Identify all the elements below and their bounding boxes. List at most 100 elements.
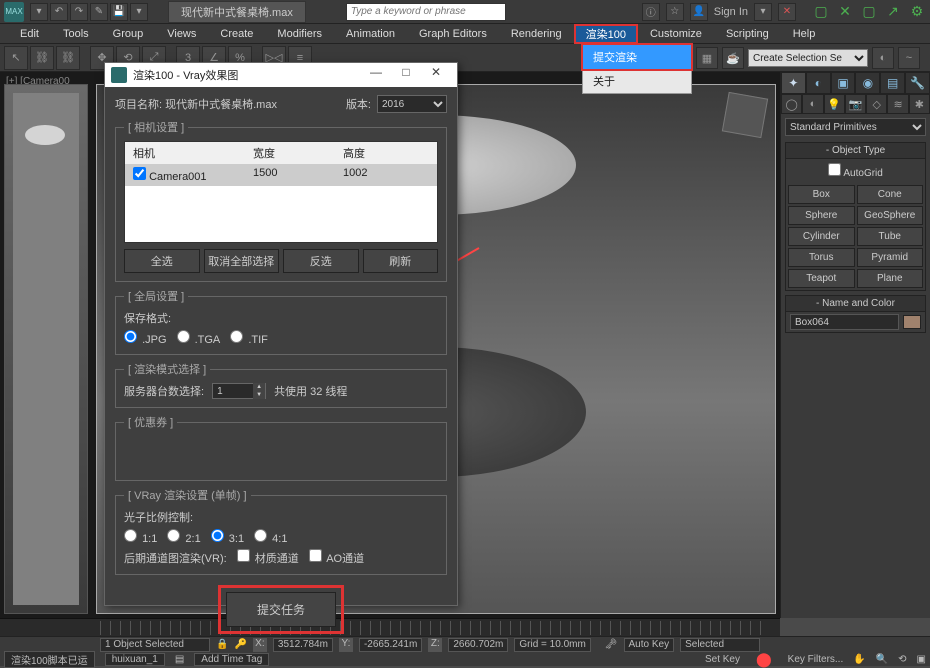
- autogrid-checkbox[interactable]: AutoGrid: [786, 159, 925, 183]
- tool-curve-icon[interactable]: ~: [898, 47, 920, 69]
- ratio-11-radio[interactable]: 1:1: [124, 529, 157, 545]
- spinner-down-icon[interactable]: ▼: [253, 391, 265, 399]
- comm-icon[interactable]: ☆: [666, 3, 684, 21]
- prim-torus-button[interactable]: Torus: [788, 248, 855, 267]
- dialog-maximize-button[interactable]: □: [391, 65, 421, 85]
- script-icon[interactable]: ▤: [175, 654, 184, 665]
- panel-tab-create-icon[interactable]: ✦: [781, 72, 806, 94]
- info-icon[interactable]: ⓘ: [642, 3, 660, 21]
- ratio-31-radio[interactable]: 3:1: [211, 529, 244, 545]
- menu-customize[interactable]: Customize: [638, 26, 714, 42]
- dialog-title-bar[interactable]: 渲染100 - Vray效果图 — □ ✕: [105, 63, 457, 87]
- qat-more-icon[interactable]: ▾: [130, 3, 148, 21]
- workspace-icon[interactable]: ▾: [754, 3, 772, 21]
- prim-plane-button[interactable]: Plane: [857, 269, 924, 288]
- ext-x-icon[interactable]: ✕: [836, 3, 854, 21]
- close-row-icon[interactable]: ✕: [778, 3, 796, 21]
- panel-tab-modify-icon[interactable]: ◐: [806, 72, 831, 94]
- spinner-up-icon[interactable]: ▲: [253, 383, 265, 391]
- menu-create[interactable]: Create: [208, 26, 265, 42]
- subtab-spacewarps-icon[interactable]: ≋: [887, 94, 908, 114]
- format-jpg-radio[interactable]: .JPG: [124, 330, 167, 346]
- deselect-all-button[interactable]: 取消全部选择: [204, 249, 280, 273]
- selection-set-select[interactable]: Create Selection Se: [748, 49, 868, 67]
- panel-tab-utilities-icon[interactable]: 🔧: [905, 72, 930, 94]
- key-icon[interactable]: 🗝: [605, 639, 618, 650]
- invert-selection-button[interactable]: 反选: [283, 249, 359, 273]
- z-coord-field[interactable]: 2660.702m: [448, 638, 508, 652]
- menu-rendering[interactable]: Rendering: [499, 26, 574, 42]
- autokey-button[interactable]: Auto Key: [624, 638, 675, 652]
- format-tga-radio[interactable]: .TGA: [177, 330, 221, 346]
- server-count-input[interactable]: [213, 386, 253, 397]
- ext-gear-icon[interactable]: ⚙: [908, 3, 926, 21]
- ratio-21-radio[interactable]: 2:1: [167, 529, 200, 545]
- dropdown-submit-render[interactable]: 提交渲染: [581, 43, 693, 71]
- subtab-helpers-icon[interactable]: ◇: [866, 94, 887, 114]
- server-count-spinner[interactable]: ▲▼: [212, 383, 266, 399]
- nav-zoom-icon[interactable]: 🔍: [876, 654, 888, 665]
- prim-cylinder-button[interactable]: Cylinder: [788, 227, 855, 246]
- tool-link-icon[interactable]: ⛓: [30, 46, 54, 70]
- submit-task-button[interactable]: 提交任务: [226, 592, 336, 627]
- rollout-name-color[interactable]: Name and Color: [786, 296, 925, 312]
- nav-max-icon[interactable]: ▣: [917, 654, 926, 665]
- nav-orbit-icon[interactable]: ⟲: [898, 654, 906, 665]
- tool-render-frame-icon[interactable]: ▦: [696, 47, 718, 69]
- menu-grapheditors[interactable]: Graph Editors: [407, 26, 499, 42]
- prim-box-button[interactable]: Box: [788, 185, 855, 204]
- subtab-geometry-icon[interactable]: ◯: [781, 94, 802, 114]
- menu-edit[interactable]: Edit: [8, 26, 51, 42]
- ext-box-icon[interactable]: ▢: [860, 3, 878, 21]
- table-row[interactable]: Camera001 1500 1002: [125, 164, 437, 186]
- ext-phone-icon[interactable]: ▢: [812, 3, 830, 21]
- save-icon[interactable]: 💾: [110, 3, 128, 21]
- menu-scripting[interactable]: Scripting: [714, 26, 781, 42]
- camera-row-checkbox[interactable]: [133, 167, 146, 180]
- subtab-systems-icon[interactable]: ✱: [909, 94, 930, 114]
- ratio-41-radio[interactable]: 4:1: [254, 529, 287, 545]
- prim-cone-button[interactable]: Cone: [857, 185, 924, 204]
- viewcube-icon[interactable]: [722, 92, 768, 138]
- setkey-button[interactable]: Set Key: [705, 654, 740, 665]
- object-color-swatch[interactable]: [903, 315, 921, 329]
- menu-render100[interactable]: 渲染100: [574, 24, 638, 44]
- user-icon[interactable]: 👤: [690, 3, 708, 21]
- ext-share-icon[interactable]: ↗: [884, 3, 902, 21]
- tool-material-icon[interactable]: ◐: [872, 47, 894, 69]
- selected-mode-field[interactable]: Selected: [680, 638, 760, 652]
- add-time-tag-button[interactable]: Add Time Tag: [194, 653, 269, 666]
- tool-render-icon[interactable]: ☕: [722, 47, 744, 69]
- prim-pyramid-button[interactable]: Pyramid: [857, 248, 924, 267]
- redo-icon[interactable]: ↷: [70, 3, 88, 21]
- setkey-icon[interactable]: ⬤: [756, 651, 772, 668]
- dialog-close-button[interactable]: ✕: [421, 65, 451, 85]
- link-icon[interactable]: ✎: [90, 3, 108, 21]
- material-channel-checkbox[interactable]: 材质通道: [237, 549, 299, 566]
- menu-help[interactable]: Help: [781, 26, 828, 42]
- prim-geosphere-button[interactable]: GeoSphere: [857, 206, 924, 225]
- menu-animation[interactable]: Animation: [334, 26, 407, 42]
- object-name-input[interactable]: [790, 314, 899, 330]
- qat-button[interactable]: ▾: [30, 3, 48, 21]
- version-select[interactable]: 2016: [377, 95, 447, 113]
- help-search-input[interactable]: [346, 3, 506, 21]
- rollout-object-type[interactable]: Object Type: [786, 143, 925, 159]
- menu-tools[interactable]: Tools: [51, 26, 101, 42]
- scene-tab[interactable]: huixuan_1: [105, 653, 165, 666]
- menu-group[interactable]: Group: [101, 26, 156, 42]
- menu-modifiers[interactable]: Modifiers: [265, 26, 334, 42]
- tool-unlink-icon[interactable]: ⛓: [56, 46, 80, 70]
- prim-tube-button[interactable]: Tube: [857, 227, 924, 246]
- subtab-cameras-icon[interactable]: 📷: [845, 94, 866, 114]
- key-filters-button[interactable]: Key Filters...: [788, 654, 844, 665]
- menu-views[interactable]: Views: [155, 26, 208, 42]
- ao-channel-checkbox[interactable]: AO通道: [309, 549, 364, 566]
- dropdown-about[interactable]: 关于: [583, 69, 691, 93]
- refresh-button[interactable]: 刷新: [363, 249, 439, 273]
- dialog-minimize-button[interactable]: —: [361, 65, 391, 85]
- tool-select-icon[interactable]: ↖: [4, 46, 28, 70]
- panel-tab-display-icon[interactable]: ▤: [880, 72, 905, 94]
- sign-in-link[interactable]: Sign In: [714, 6, 748, 18]
- prim-teapot-button[interactable]: Teapot: [788, 269, 855, 288]
